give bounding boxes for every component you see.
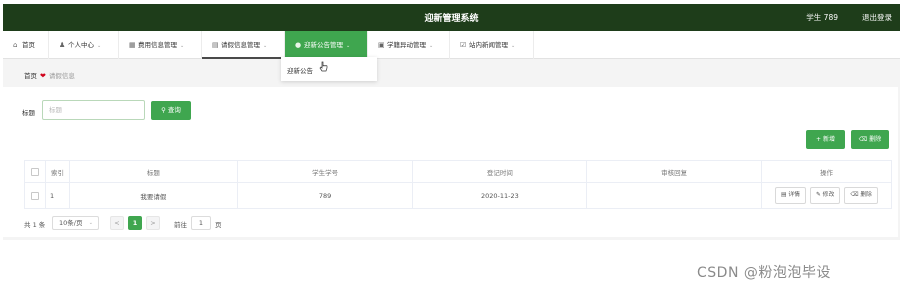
column-header-title: 标题 — [68, 160, 238, 183]
delete-label: 删除 — [860, 192, 872, 198]
search-icon: ⚲ — [161, 106, 166, 114]
cell-ops: ▤ 详情 ✎ 修改 ⌫ 删除 — [760, 182, 893, 209]
grid-icon: ▦ — [129, 41, 136, 49]
edit-label: 修改 — [822, 192, 835, 198]
nav-item-status-change[interactable]: ▣ 学籍异动管理 ⌄ — [368, 31, 450, 59]
column-header-date: 登记时间 — [412, 160, 588, 183]
table-header-row: 索引 标题 学生学号 登记时间 审核回复 操作 — [24, 160, 893, 183]
chevron-down-icon: ⌄ — [180, 43, 185, 49]
nav-item-label: 迎新公告管理 — [304, 41, 343, 49]
chevron-down-icon: ⌄ — [346, 43, 351, 49]
page-number-current[interactable]: 1 — [128, 216, 142, 230]
nav-item-label: 学籍异动管理 — [387, 41, 426, 49]
select-all-checkbox-cell — [24, 160, 46, 183]
briefcase-icon: ▤ — [212, 41, 219, 49]
page-size-select[interactable]: 10条/页 ⌄ — [52, 216, 99, 230]
search-label: 标题 — [22, 109, 35, 117]
pencil-icon: ✎ — [815, 192, 821, 198]
hand-cursor-icon — [319, 61, 328, 72]
query-button-label: 查询 — [167, 106, 181, 114]
cell-title: 我要请假 — [68, 182, 238, 209]
prev-page-button[interactable]: < — [110, 216, 124, 230]
dropdown-item-announcement[interactable]: 迎新公告 — [287, 65, 313, 75]
heart-icon: ❤ — [40, 72, 46, 80]
next-page-button[interactable]: > — [146, 216, 160, 230]
pagination-total: 共 1 条 — [24, 221, 46, 229]
page-unit-label: 页 — [215, 221, 222, 229]
batch-delete-button[interactable]: ⌫ 删除 — [851, 130, 889, 149]
cell-student-no: 789 — [236, 182, 414, 209]
row-checkbox[interactable] — [30, 191, 39, 200]
cell-reply — [586, 182, 762, 209]
batch-delete-label: 删除 — [869, 136, 882, 143]
edit-button[interactable]: ✎ 修改 — [809, 187, 841, 204]
row-checkbox-cell — [24, 182, 46, 209]
nav-item-home[interactable]: ⌂ 首页 — [3, 31, 49, 59]
chat-icon: ● — [295, 41, 302, 49]
delete-button[interactable]: ⌫ 删除 — [844, 187, 878, 204]
nav-item-label: 站内新闻管理 — [469, 41, 508, 49]
detail-label: 详情 — [788, 192, 800, 198]
nav-item-label: 请假信息管理 — [221, 41, 260, 49]
breadcrumb: 首页 ❤ 请假信息 — [24, 70, 75, 80]
nav-item-label: 首页 — [22, 41, 35, 49]
logout-link[interactable]: 退出登录 — [862, 12, 892, 23]
add-button[interactable]: + 新增 — [806, 130, 845, 149]
check-icon: ☑ — [460, 41, 467, 49]
current-user-label: 学生 789 — [806, 13, 838, 22]
goto-page-input[interactable]: 1 — [191, 216, 211, 230]
column-header-ops: 操作 — [760, 160, 893, 183]
trash-icon: ⌫ — [858, 136, 868, 143]
page-size-value: 10条/页 — [59, 219, 83, 227]
message-icon: ▣ — [378, 41, 385, 49]
nav-item-news-management[interactable]: ☑ 站内新闻管理 ⌄ — [450, 31, 534, 59]
select-all-checkbox[interactable] — [30, 167, 39, 176]
app-title: 迎新管理系统 — [424, 14, 479, 24]
nav-item-label: 个人中心 — [68, 41, 94, 49]
nav-item-announcement-management[interactable]: ● 迎新公告管理 ⌄ — [285, 31, 368, 59]
column-header-reply: 审核回复 — [586, 160, 762, 183]
watermark: CSDN @粉泡泡毕设 — [697, 265, 831, 281]
user-icon: ♟ — [59, 41, 66, 49]
leave-table: 索引 标题 学生学号 登记时间 审核回复 操作 1 我要请假 789 2020-… — [24, 160, 893, 209]
breadcrumb-home[interactable]: 首页 — [24, 72, 37, 80]
chevron-down-icon: ⌄ — [263, 43, 268, 49]
detail-button[interactable]: ▤ 详情 — [775, 187, 806, 204]
goto-label: 前往 — [174, 221, 187, 229]
nav-item-leave-management[interactable]: ▤ 请假信息管理 ⌄ — [202, 31, 285, 59]
breadcrumb-current: 请假信息 — [48, 72, 75, 80]
chevron-down-icon: ⌄ — [97, 43, 102, 49]
main-nav: ⌂ 首页 ♟ 个人中心 ⌄ ▦ 费用信息管理 ⌄ ▤ 请假信息管理 ⌄ ● 迎新公告管理 ⌄ ▣ 学… — [3, 31, 900, 59]
query-button[interactable]: ⚲ 查询 — [151, 101, 191, 120]
table-row: 1 我要请假 789 2020-11-23 ▤ 详情 ✎ 修改 ⌫ 删除 — [24, 182, 893, 209]
nav-item-fee-management[interactable]: ▦ 费用信息管理 ⌄ — [119, 31, 202, 59]
nav-item-personal-center[interactable]: ♟ 个人中心 ⌄ — [49, 31, 119, 59]
column-header-student-no: 学生学号 — [236, 160, 414, 183]
trash-icon: ⌫ — [850, 192, 859, 198]
chevron-down-icon: ⌄ — [429, 43, 434, 49]
document-icon: ▤ — [781, 192, 787, 198]
home-icon: ⌂ — [13, 41, 18, 49]
cell-date: 2020-11-23 — [412, 182, 588, 209]
top-header: 迎新管理系统 学生 789 退出登录 — [3, 4, 900, 31]
announcement-dropdown-menu: 迎新公告 — [281, 57, 377, 81]
column-header-index: 索引 — [44, 160, 70, 183]
nav-item-label: 费用信息管理 — [138, 41, 177, 49]
chevron-down-icon: ⌄ — [511, 43, 516, 49]
cell-index: 1 — [44, 182, 70, 209]
search-input[interactable]: 标题 — [42, 100, 145, 120]
chevron-down-icon: ⌄ — [88, 220, 93, 226]
